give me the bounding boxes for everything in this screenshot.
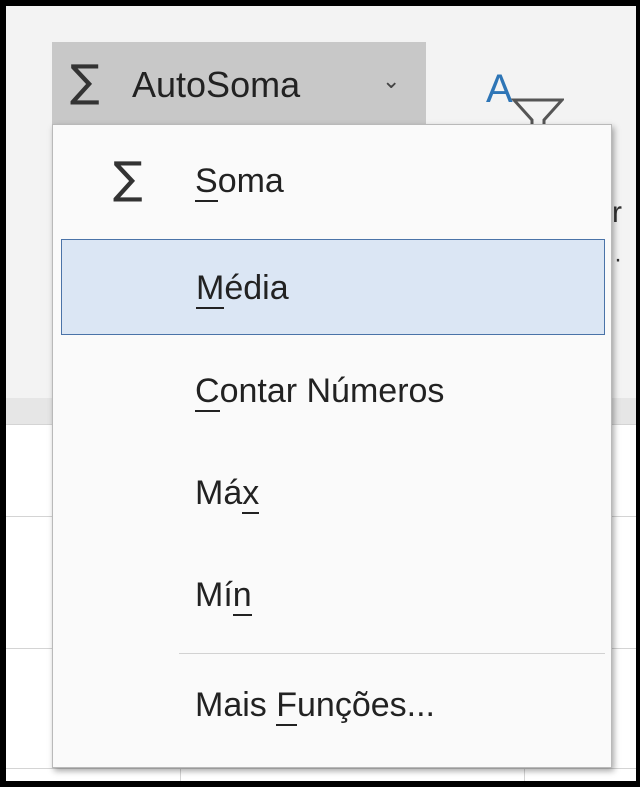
sigma-icon: ∑ — [70, 56, 100, 107]
accelerator-key: C — [195, 372, 220, 412]
menu-item-min[interactable]: Mín — [61, 547, 605, 643]
screenshot-frame: ∑ AutoSoma ⌄ A r · ∑ Soma Média Contar N… — [0, 0, 640, 787]
accelerator-key: M — [196, 269, 225, 309]
chevron-down-icon[interactable]: ⌄ — [382, 62, 400, 102]
menu-item-label: Mín — [195, 576, 252, 616]
menu-item-label: Mais Funções... — [195, 686, 435, 726]
autosum-label: AutoSoma — [132, 64, 301, 105]
accelerator-key: n — [232, 576, 252, 616]
menu-item-label: Soma — [195, 162, 284, 202]
menu-item-label: Máx — [195, 474, 260, 514]
sort-a-letter: A — [486, 67, 513, 111]
accelerator-key: S — [195, 162, 218, 202]
menu-item-soma[interactable]: ∑ Soma — [61, 133, 605, 229]
menu-item-mais-funcoes[interactable]: Mais Funções... — [61, 657, 605, 753]
autosum-dropdown-menu: ∑ Soma Média Contar Números Máx Mín Mais… — [52, 124, 612, 768]
accelerator-key: F — [276, 686, 298, 726]
sort-filter-icon[interactable]: A — [484, 62, 566, 134]
menu-item-max[interactable]: Máx — [61, 445, 605, 541]
menu-separator — [179, 653, 605, 654]
menu-item-label: Média — [196, 269, 289, 309]
grid-row-line — [6, 768, 636, 769]
autosum-button[interactable]: ∑ AutoSoma ⌄ — [52, 42, 426, 130]
sigma-icon: ∑ — [113, 153, 143, 204]
menu-item-contar-numeros[interactable]: Contar Números — [61, 343, 605, 439]
accelerator-key: x — [242, 474, 260, 514]
ribbon-cut-dot: · — [614, 246, 622, 273]
menu-item-label: Contar Números — [195, 372, 445, 412]
menu-item-media[interactable]: Média — [61, 239, 605, 335]
ribbon-cut-text: r — [612, 196, 622, 229]
